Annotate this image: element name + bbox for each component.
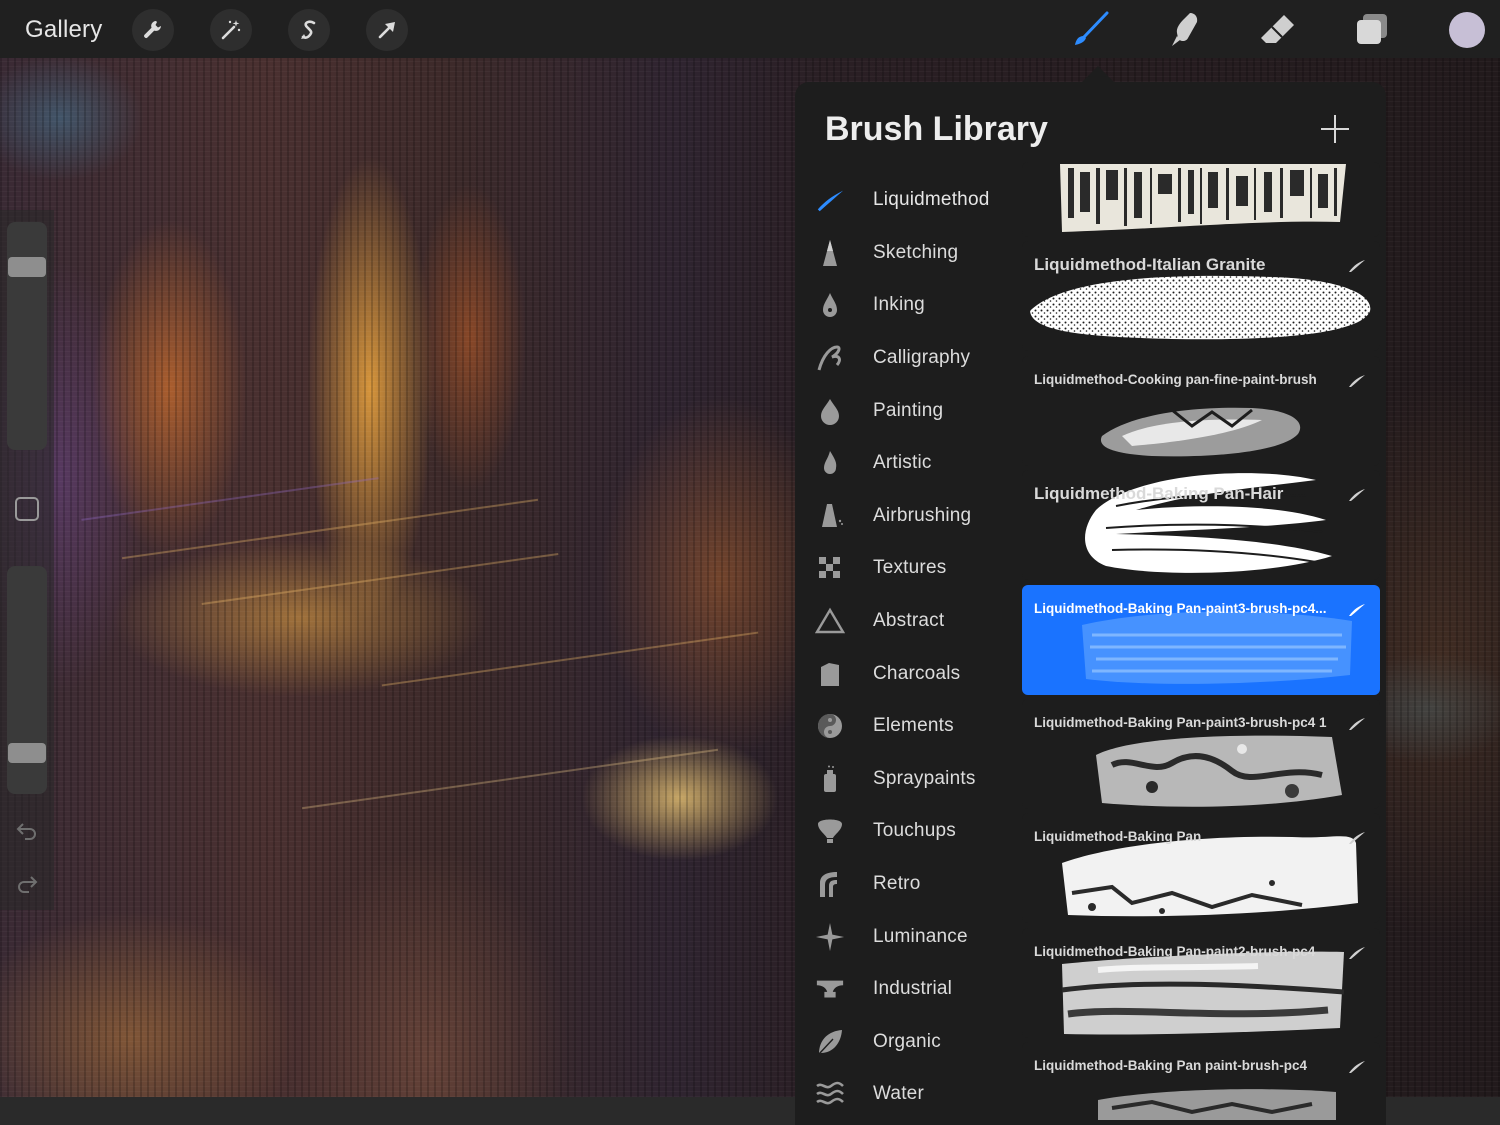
brush-tool-button[interactable] [1070,10,1110,50]
bottom-strip-right [1386,1097,1500,1125]
stroke-preview-icon [1349,1061,1365,1074]
color-picker-button[interactable] [1449,12,1485,48]
brush-name: Liquidmethod-Baking Pan [1034,829,1202,845]
category-organic[interactable]: Organic [795,1016,1021,1069]
magic-wand-icon [221,20,241,40]
add-brush-button[interactable] [1321,115,1349,143]
yin-yang-icon [815,711,845,741]
sparkle-icon [815,922,845,952]
brush-name: Liquidmethod-Italian Granite [1034,255,1266,275]
transform-arrow-icon [378,22,395,39]
waves-icon [815,1079,845,1109]
gallery-button[interactable]: Gallery [25,16,102,44]
undo-icon[interactable] [15,818,39,842]
smudge-icon [1172,13,1198,46]
brush-item[interactable]: Liquidmethod-Cooking pan-fine-paint-brus… [1022,355,1380,466]
category-liquidmethod[interactable]: Liquidmethod [795,174,1021,227]
brush-stroke-preview [1096,735,1342,807]
brush-stroke-preview [1082,611,1352,684]
category-luminance[interactable]: Luminance [795,910,1021,963]
eraser-tool-button[interactable] [1258,10,1298,50]
category-spraypaints[interactable]: Spraypaints [795,753,1021,806]
leaf-icon [815,1027,845,1057]
category-sketching[interactable]: Sketching [795,227,1021,280]
brush-item[interactable]: Liquidmethod-Italian Granite [1022,241,1380,352]
brush-stroke-preview [1060,164,1346,232]
category-abstract[interactable]: Abstract [795,595,1021,648]
category-airbrushing[interactable]: Airbrushing [795,490,1021,543]
category-water[interactable]: Water [795,1068,1021,1121]
category-charcoals[interactable]: Charcoals [795,647,1021,700]
stroke-preview-icon [1349,374,1365,387]
opacity-thumb[interactable] [8,743,46,763]
brush-stroke-preview [1030,276,1371,340]
category-inking[interactable]: Inking [795,279,1021,332]
category-industrial[interactable]: Industrial [795,963,1021,1016]
paint-drop-icon [815,396,845,426]
calligraphy-icon [815,343,845,373]
category-elements[interactable]: Elements [795,700,1021,753]
adjustments-button[interactable] [210,9,252,51]
layers-button[interactable] [1352,10,1392,50]
brush-item[interactable]: Liquidmethod-Baking Pan paint-brush-pc4 [1022,1042,1380,1125]
brush-category-list: Liquidmethod Sketching Inking Calligraph… [795,174,1021,1121]
retro-icon [815,869,845,899]
brush-stroke-preview [1098,1089,1336,1121]
panel-title: Brush Library [825,110,1048,148]
brush-name: Liquidmethod-Baking Pan-paint2-brush-pc4 [1034,943,1316,959]
brush-list: Liquidmethod-Italian Granite Liquidmetho… [1022,162,1380,1125]
category-touchups[interactable]: Touchups [795,805,1021,858]
brush-item-selected[interactable]: Liquidmethod-Baking Pan-paint3-brush-pc4… [1022,584,1380,695]
category-painting[interactable]: Painting [795,384,1021,437]
stroke-preview-icon [1349,260,1365,273]
touchup-icon [815,816,845,846]
selection-icon [301,20,316,39]
spray-can-icon [815,764,845,794]
category-textures[interactable]: Textures [795,542,1021,595]
liquidmethod-stroke-icon [815,185,845,215]
top-toolbar: Gallery [0,0,1500,58]
brush-item[interactable]: Liquidmethod-Baking Pan [1022,813,1380,924]
transform-button[interactable] [366,9,408,51]
brush-name: Liquidmethod-Baking Pan paint-brush-pc4 [1034,1058,1307,1074]
selection-button[interactable] [288,9,330,51]
brush-library-panel: Brush Library Liquidmethod Sketching Ink… [795,82,1386,1125]
flame-drop-icon [815,448,845,478]
stroke-preview-icon [1349,603,1365,616]
brush-stroke-preview [1100,407,1301,457]
brush-item[interactable] [1022,162,1380,237]
brush-icon [1075,11,1109,45]
brush-item[interactable]: Liquidmethod-Baking Pan-Hair [1022,470,1380,581]
airbrush-icon [815,501,845,531]
stroke-preview-icon [1349,717,1365,730]
ink-drop-icon [815,290,845,320]
stroke-preview-icon [1349,946,1365,959]
checker-icon [815,553,845,583]
brush-size-thumb[interactable] [8,257,46,277]
panel-caret [1082,66,1114,82]
brush-name: Liquidmethod-Baking Pan-Hair [1034,484,1284,504]
eraser-icon [1261,15,1294,43]
category-retro[interactable]: Retro [795,858,1021,911]
brush-item[interactable]: Liquidmethod-Baking Pan-paint2-brush-pc4 [1022,927,1380,1038]
category-artistic[interactable]: Artistic [795,437,1021,490]
brush-name: Liquidmethod-Baking Pan-paint3-brush-pc4… [1034,600,1327,616]
layers-icon [1357,14,1387,44]
modify-button[interactable] [15,497,39,521]
bottom-strip [0,1097,795,1125]
smudge-tool-button[interactable] [1164,10,1204,50]
brush-name: Liquidmethod-Baking Pan-paint3-brush-pc4… [1034,714,1327,730]
redo-icon[interactable] [15,871,39,895]
actions-button[interactable] [132,9,174,51]
triangle-icon [815,606,845,636]
category-calligraphy[interactable]: Calligraphy [795,332,1021,385]
stroke-preview-icon [1349,832,1365,845]
pencil-tip-icon [815,238,845,268]
wrench-icon [144,21,161,38]
anvil-icon [815,974,845,1004]
charcoal-icon [815,659,845,689]
brush-item[interactable]: Liquidmethod-Baking Pan-paint3-brush-pc4… [1022,698,1380,809]
brush-name: Liquidmethod-Cooking pan-fine-paint-brus… [1034,371,1317,387]
stroke-preview-icon [1349,489,1365,502]
